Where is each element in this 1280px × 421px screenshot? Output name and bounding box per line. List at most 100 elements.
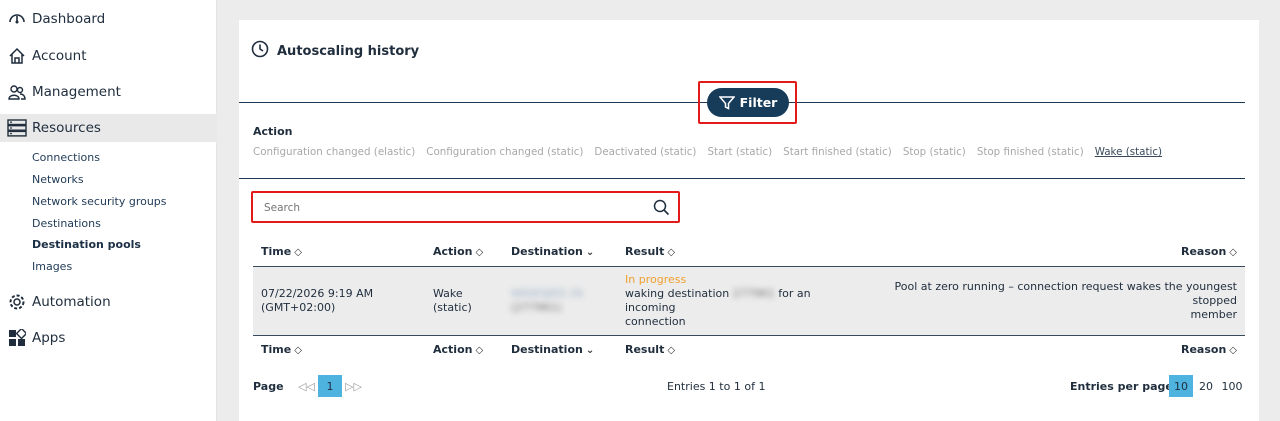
col-action[interactable]: Action ◇: [425, 238, 503, 266]
page-label: Page: [253, 380, 284, 393]
nav-management-label: Management: [32, 84, 121, 100]
sort-icon: ◇: [294, 344, 302, 356]
epp-option-20[interactable]: 20: [1195, 375, 1217, 397]
gauge-icon: [6, 8, 28, 30]
nav-automation-label: Automation: [32, 294, 111, 310]
subnav-destination-pools[interactable]: Destination pools: [32, 238, 141, 251]
col-reason-label: Reason: [1181, 245, 1227, 259]
search-box: [256, 196, 676, 220]
home-icon: [6, 45, 28, 67]
destination-link[interactable]: WKWSJRD 26: [511, 287, 609, 301]
sort-icon: ◇: [667, 247, 676, 259]
chip-stop-finished-static[interactable]: Stop finished (static): [977, 146, 1084, 158]
foot-col-time-label: Time: [261, 342, 292, 356]
epp-option-100[interactable]: 100: [1219, 375, 1245, 397]
table-row[interactable]: 07/22/2026 9:19 AM (GMT+02:00) Wake (stati…: [253, 266, 1245, 335]
card-title: Autoscaling history: [277, 43, 420, 59]
col-reason[interactable]: Reason ◇: [857, 238, 1245, 266]
table-header-row: Time ◇ Action ◇ Destination ⌄ Result ◇ Reaso…: [253, 238, 1245, 266]
apps-icon: [6, 327, 28, 349]
subnav-networks[interactable]: Networks: [32, 173, 84, 186]
search-input[interactable]: [264, 202, 644, 214]
chip-config-changed-elastic[interactable]: Configuration changed (elastic): [253, 146, 415, 158]
clock-icon: [251, 40, 269, 62]
divider-filter: [239, 178, 1245, 179]
users-icon: [6, 81, 28, 103]
chip-stop-static[interactable]: Stop (static): [903, 146, 966, 158]
nav-apps[interactable]: Apps: [0, 324, 217, 352]
entries-per-page-label: Entries per page: [1070, 380, 1173, 393]
chip-config-changed-static[interactable]: Configuration changed (static): [426, 146, 583, 158]
nav-apps-label: Apps: [32, 330, 66, 346]
chip-deactivated-static[interactable]: Deactivated (static): [594, 146, 696, 158]
col-time[interactable]: Time ◇: [253, 238, 425, 266]
action-chip-list: Configuration changed (elastic) Configur…: [253, 146, 1162, 158]
cell-action: Wake (static): [425, 266, 503, 335]
nav-account[interactable]: Account: [0, 42, 217, 70]
cell-reason: Pool at zero running – connection reques…: [857, 266, 1245, 335]
cell-destination: WKWSJRD 26 (277961): [503, 266, 617, 335]
result-text-line2: connection: [625, 314, 686, 328]
autoscaling-table: Time ◇ Action ◇ Destination ⌄ Result ◇ Reaso…: [253, 238, 1245, 363]
nav-management[interactable]: Management: [0, 78, 217, 106]
cell-action-line2: (static): [433, 300, 472, 314]
sort-icon: ◇: [475, 247, 484, 259]
card-header: Autoscaling history: [251, 40, 419, 62]
search-icon[interactable]: [653, 199, 670, 220]
destination-id: (277961): [511, 300, 562, 314]
reason-line2: member: [1190, 307, 1237, 321]
chip-wake-static[interactable]: Wake (static): [1095, 146, 1162, 158]
nav-automation[interactable]: Automation: [0, 288, 217, 316]
col-destination-label: Destination: [511, 245, 583, 259]
foot-col-reason[interactable]: Reason ◇: [857, 335, 1245, 363]
foot-col-reason-label: Reason: [1181, 342, 1227, 356]
col-result[interactable]: Result ◇: [617, 238, 857, 266]
filter-button[interactable]: Filter: [707, 88, 789, 117]
subnav-connections[interactable]: Connections: [32, 151, 100, 164]
gear-icon: [6, 291, 28, 313]
chip-start-static[interactable]: Start (static): [707, 146, 772, 158]
col-result-label: Result: [625, 245, 665, 259]
foot-col-time[interactable]: Time ◇: [253, 335, 425, 363]
autoscaling-history-card: Autoscaling history Filter Action Config…: [239, 20, 1259, 421]
cell-time-date: 07/22/2026 9:19 AM: [261, 286, 374, 300]
status-badge: In progress: [625, 272, 687, 286]
sort-icon: ◇: [1229, 344, 1237, 356]
table-footer-row: Time ◇ Action ◇ Destination ⌄ Result ◇ Reaso…: [253, 335, 1245, 363]
nav-resources[interactable]: Resources: [0, 114, 217, 142]
foot-col-action-label: Action: [433, 342, 473, 356]
sort-icon: ◇: [667, 344, 676, 356]
foot-col-result[interactable]: Result ◇: [617, 335, 857, 363]
nav-account-label: Account: [32, 48, 87, 64]
foot-col-destination-label: Destination: [511, 342, 583, 356]
cell-action-line1: Wake: [433, 286, 463, 300]
reason-line1: Pool at zero running – connection reques…: [894, 279, 1237, 307]
page-number-button[interactable]: 1: [318, 375, 342, 397]
nav-dashboard-label: Dashboard: [32, 11, 106, 27]
server-icon: [6, 117, 28, 139]
funnel-icon: [718, 95, 735, 110]
result-destination-id: 277961: [732, 286, 775, 300]
first-page-icon[interactable]: ◁◁: [298, 380, 315, 393]
col-destination[interactable]: Destination ⌄: [503, 238, 617, 266]
chip-start-finished-static[interactable]: Start finished (static): [783, 146, 892, 158]
subnav-images[interactable]: Images: [32, 260, 72, 273]
sort-icon: ◇: [294, 247, 302, 259]
cell-result: In progress waking destination 277961 fo…: [617, 266, 857, 335]
nav-dashboard[interactable]: Dashboard: [0, 5, 217, 33]
sidebar: Dashboard Account Management Resources C…: [0, 0, 217, 421]
action-heading: Action: [253, 125, 293, 138]
cell-time-zone: (GMT+02:00): [261, 300, 336, 314]
subnav-network-security-groups[interactable]: Network security groups: [32, 195, 167, 208]
last-page-icon[interactable]: ▷▷: [345, 380, 362, 393]
foot-col-action[interactable]: Action ◇: [425, 335, 503, 363]
cell-time: 07/22/2026 9:19 AM (GMT+02:00): [253, 266, 425, 335]
filter-button-label: Filter: [739, 95, 778, 110]
foot-col-destination[interactable]: Destination ⌄: [503, 335, 617, 363]
chevron-down-icon: ⌄: [585, 247, 595, 259]
nav-resources-label: Resources: [32, 120, 101, 136]
subnav-destinations[interactable]: Destinations: [32, 217, 101, 230]
sort-icon: ◇: [475, 344, 484, 356]
chevron-down-icon: ⌄: [585, 344, 595, 356]
epp-option-10[interactable]: 10: [1169, 375, 1193, 397]
